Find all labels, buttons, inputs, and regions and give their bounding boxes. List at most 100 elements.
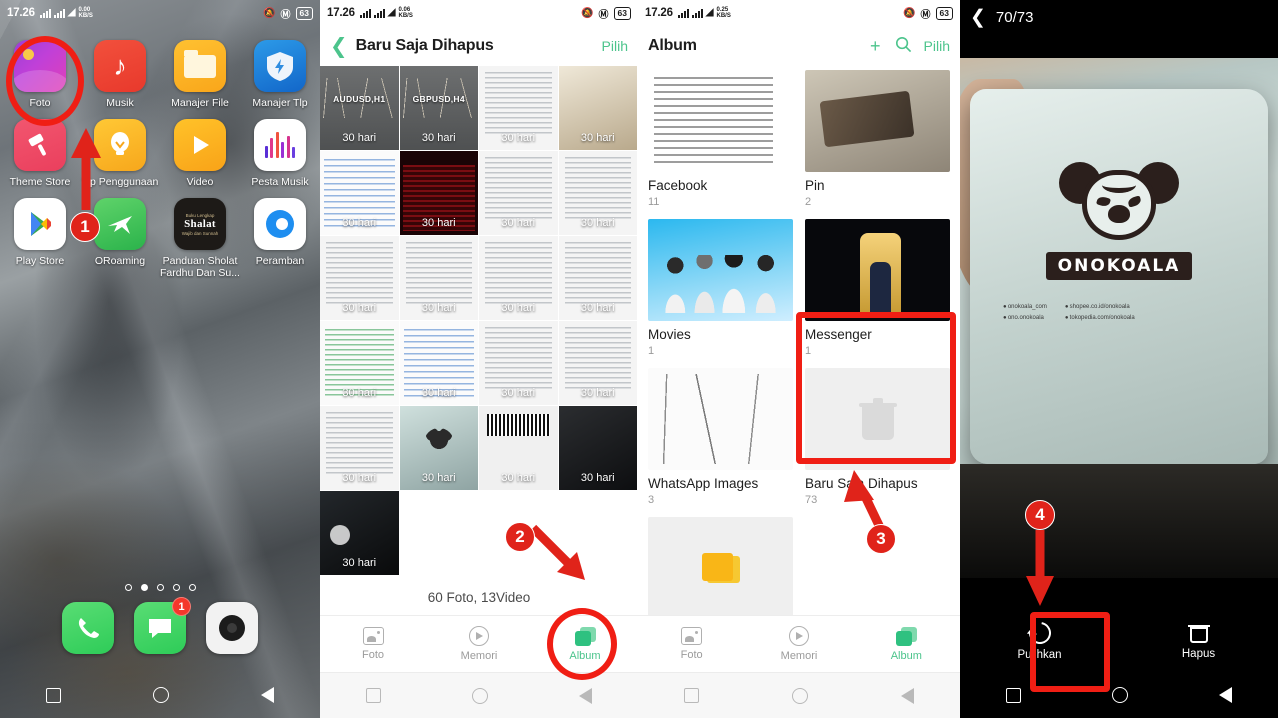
search-icon[interactable] [895,36,912,56]
status-bar: 17.26 ◢ 0.00 KB/S 🔕 Ⓜ 63 [0,0,320,26]
app-oroaming[interactable]: ORoaming [80,188,160,279]
thumb-caption: GBPUSD,H4 [412,94,465,104]
expiry-tag: 30 hari [580,387,615,399]
back-triangle-icon[interactable] [900,687,914,704]
recents-square-icon[interactable] [684,688,700,703]
tab-label: Foto [680,649,703,661]
plus-icon[interactable]: + [870,37,881,55]
home-circle-icon[interactable] [791,687,808,704]
album-cell[interactable]: Movies 1 [648,219,793,357]
deleted-photo-thumb[interactable]: 30 hari [320,406,400,491]
expiry-tag: 30 hari [501,472,536,484]
dock-camera-button[interactable] [206,602,258,654]
tab-memori[interactable]: Memori [745,616,852,672]
dock: 1 [0,597,320,654]
page-dot[interactable] [188,584,196,591]
wifi-icon: ◢ [387,7,396,18]
app-manajer-tlp[interactable]: Manajer Tlp [240,30,320,109]
home-circle-icon[interactable] [1111,687,1128,703]
app-pesta-musik[interactable]: Pesta Musik [240,109,320,188]
tab-label: Album [890,649,922,662]
deleted-photo-thumb[interactable]: 30 hari [479,406,559,491]
page-dot[interactable] [124,584,132,591]
deleted-photo-thumb[interactable]: 30 hari [320,236,400,321]
select-button[interactable]: Pilih [924,38,950,54]
deleted-photo-thumb[interactable]: 30 hari [320,491,400,576]
deleted-photo-thumb[interactable]: 30 hari [399,236,479,321]
back-triangle-icon[interactable] [261,687,274,703]
dock-phone-button[interactable] [62,602,114,654]
home-circle-icon[interactable] [471,687,488,704]
recents-square-icon[interactable] [46,687,61,703]
tab-album[interactable]: Album [853,616,960,672]
app-peramban[interactable]: Peramban [240,188,320,279]
home-circle-icon[interactable] [153,687,169,703]
album-cell[interactable]: Pin 2 [805,70,950,208]
at-circle-icon: Ⓜ [920,9,931,21]
deleted-photo-thumb[interactable]: 30 hari [558,66,638,151]
page-dot[interactable] [156,584,164,591]
restore-icon [1024,617,1055,648]
android-nav-bar [0,672,320,718]
music-party-app-icon [254,119,306,171]
photo-tab-icon [362,627,384,645]
deleted-photo-thumb[interactable]: 30 hari [479,236,559,321]
back-triangle-icon[interactable] [1219,687,1233,703]
page-dot[interactable] [172,584,180,591]
album-cell[interactable]: Facebook 11 [648,70,793,208]
app-theme-store[interactable]: Theme Store [0,109,80,188]
deleted-photo-thumb[interactable]: 30 hari [399,151,479,236]
app-video[interactable]: Video [160,109,240,188]
tab-album[interactable]: Album [532,616,638,672]
recents-square-icon[interactable] [1005,687,1021,703]
album-cell[interactable]: Baru Saja Dihapus 73 [805,368,950,506]
app-tip-penggunaan[interactable]: Tip Penggunaan [80,109,160,188]
app-foto[interactable]: Foto [0,30,80,109]
deleted-photo-thumb[interactable]: 30 hari [558,406,638,491]
tab-foto[interactable]: Foto [638,616,745,672]
battery-indicator: 63 [935,6,953,20]
deleted-photo-thumb[interactable]: 30 hari [558,151,638,236]
album-cell[interactable]: Messenger 1 [805,219,950,357]
album-name: Baru Saja Dihapus [805,476,918,491]
deleted-photo-thumb[interactable]: 30 hari [479,321,559,406]
photo-bottom-shadow [960,463,1278,578]
deleted-photo-thumb[interactable]: GBPUSD,H4 30 hari [399,66,479,151]
expiry-tag: 30 hari [501,302,536,314]
recents-square-icon[interactable] [365,688,381,703]
deleted-photo-thumb[interactable]: 30 hari [479,66,559,151]
deleted-photo-thumb[interactable]: 30 hari [399,406,479,491]
dock-messages-button[interactable]: 1 [134,597,191,654]
page-dot-active[interactable] [140,584,148,591]
back-chevron-icon[interactable]: ❮ [970,8,986,27]
album-tab-icon [574,626,596,646]
expiry-tag: 30 hari [421,472,456,484]
deleted-photo-thumb[interactable]: 30 hari [320,151,400,236]
deleted-photo-thumb[interactable]: 30 hari [558,236,638,321]
select-button[interactable]: Pilih [602,38,628,54]
deleted-photo-thumb[interactable]: 30 hari [399,321,479,406]
android-nav-bar [638,672,960,718]
action-label: Hapus [1181,647,1216,660]
viewer-action-bar: Pulihkan Hapus [960,610,1278,672]
deleted-photo-thumb[interactable]: AUDUSD,H1 30 hari [320,66,400,151]
tab-foto[interactable]: Foto [320,616,426,672]
app-musik[interactable]: ♪ Musik [80,30,160,109]
app-play-store[interactable]: Play Store [0,188,80,279]
photo-image[interactable]: ONOKOALA ● onokoala_com ● ono.onokoala ● … [960,58,1278,578]
back-triangle-icon[interactable] [579,687,593,704]
app-manajer-file[interactable]: Manajer File [160,30,240,109]
app-label: Peramban [255,255,305,267]
back-chevron-icon[interactable]: ❮ [330,36,348,57]
deleted-photo-thumb[interactable]: 30 hari [320,321,400,406]
restore-button[interactable]: Pulihkan [960,617,1119,661]
album-thumbnail [805,219,950,321]
deleted-photo-thumb[interactable]: 30 hari [558,321,638,406]
signal-bars-icon [677,8,689,18]
album-cell[interactable]: WhatsApp Images 3 [648,368,793,506]
delete-button[interactable]: Hapus [1119,623,1278,660]
deleted-photo-thumb[interactable]: 30 hari [479,151,559,236]
tab-memori[interactable]: Memori [426,616,532,672]
app-panduan-sholat[interactable]: Buku Lengkap Shalat Wajib dan Sunnah Pan… [160,188,240,279]
expiry-tag: 30 hari [342,217,377,229]
